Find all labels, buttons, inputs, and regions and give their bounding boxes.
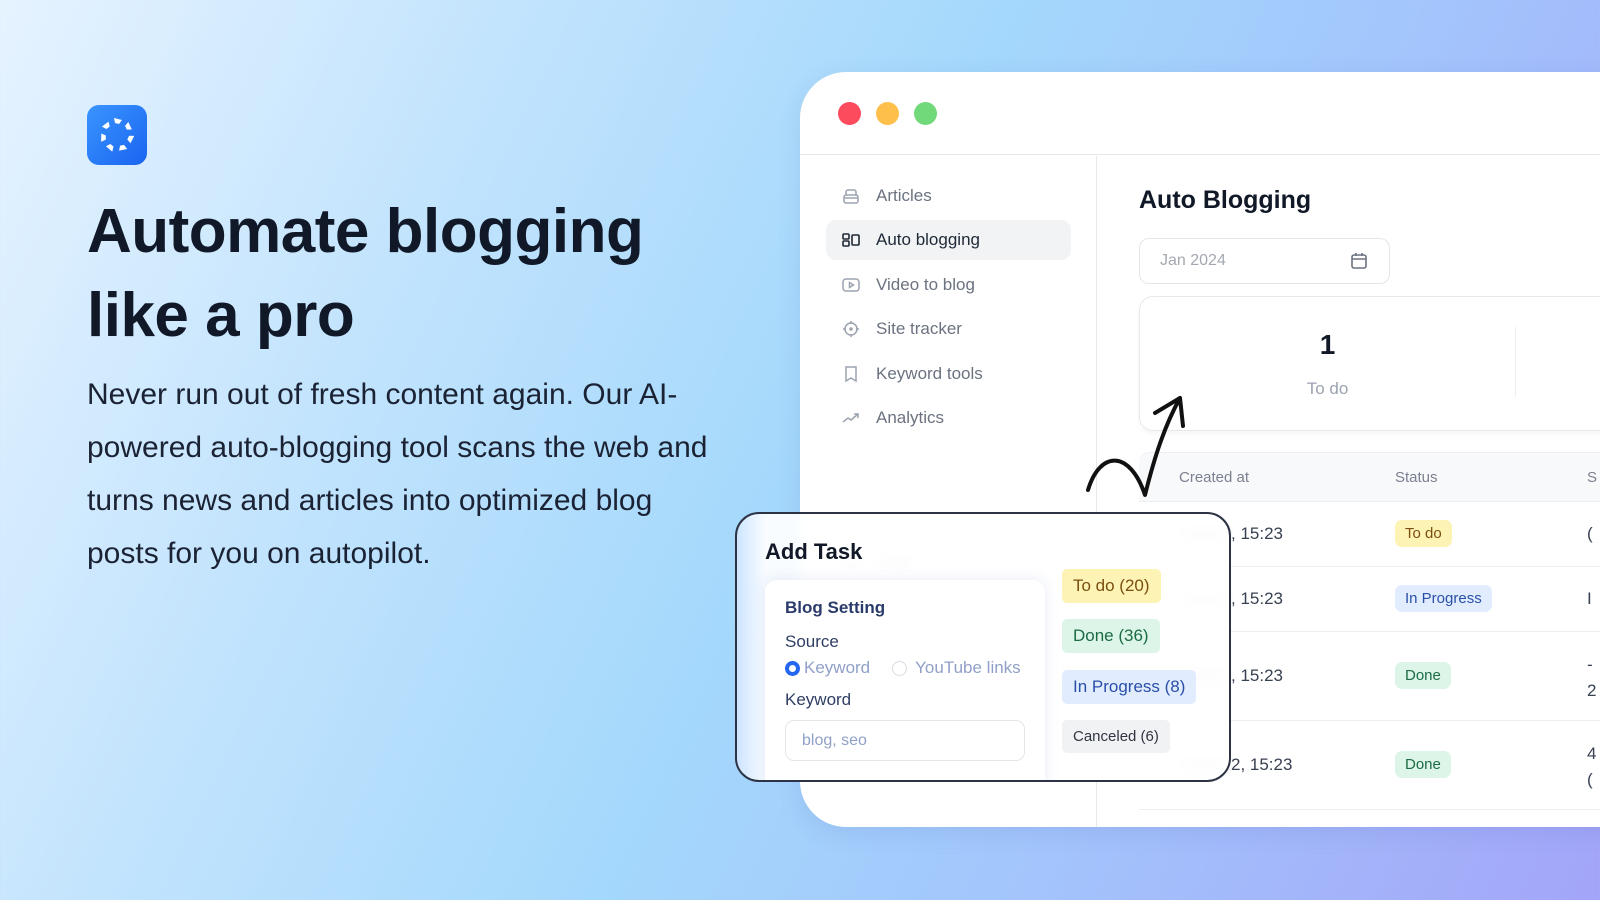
lock-stack-icon: [840, 185, 862, 207]
sidebar-item-label: Video to blog: [876, 275, 975, 294]
stats-separator: [1515, 327, 1516, 397]
created-at: , 15:23: [1231, 589, 1283, 608]
crosshair-icon: [840, 318, 862, 340]
bookmark-icon: [840, 363, 862, 385]
created-at: 2, 15:23: [1231, 755, 1293, 774]
sidebar-item-articles[interactable]: Articles: [826, 176, 1071, 216]
maximize-window-button[interactable]: [914, 102, 937, 125]
keyword-input[interactable]: [785, 720, 1025, 761]
sidebar-item-label: Articles: [876, 186, 932, 205]
partial-cell: I: [1587, 589, 1592, 608]
date-filter-value: Jan 2024: [1160, 252, 1226, 269]
add-task-panel: Add Task Blog Setting Source Keyword You…: [735, 512, 1231, 782]
todo-count-chip[interactable]: To do (20): [1062, 569, 1161, 603]
stats-card: 1 To do: [1139, 296, 1600, 431]
grid-icon: [840, 229, 862, 251]
hero-headline: Automate blogging like a pro: [87, 190, 767, 358]
blog-setting-card: Blog Setting Source Keyword YouTube link…: [765, 580, 1045, 780]
sidebar-item-label: Site tracker: [876, 319, 962, 338]
stat-todo-value: 1: [1319, 329, 1336, 360]
app-logo: [87, 105, 147, 165]
keyword-label: Keyword: [785, 690, 852, 709]
keyword-radio[interactable]: [785, 660, 800, 676]
sidebar-item-label: Analytics: [876, 408, 945, 427]
partial-cell: (: [1587, 524, 1593, 543]
sidebar-item-label: Keyword tools: [876, 364, 983, 383]
sidebar-item-auto-blogging[interactable]: Auto blogging: [826, 220, 1071, 260]
stat-todo-label: To do: [1306, 379, 1349, 398]
status-badge: In Progress: [1395, 585, 1492, 612]
sidebar-item-keyword-tools[interactable]: Keyword tools: [826, 354, 1071, 394]
partial-cell: - 2: [1587, 655, 1597, 700]
headline-line-2: like a pro: [87, 281, 355, 350]
status-badge: Done: [1395, 751, 1451, 778]
headline-line-1: Automate blogging: [87, 197, 644, 266]
add-task-title: Add Task: [765, 539, 863, 564]
window-titlebar: [800, 72, 1600, 155]
created-at: , 15:23: [1231, 524, 1283, 543]
rotating-arrows-logo-icon: [101, 118, 135, 152]
blog-setting-title: Blog Setting: [785, 598, 886, 617]
column-header-partial[interactable]: S: [1587, 469, 1597, 486]
created-at: , 15:23: [1231, 666, 1283, 685]
date-filter-picker[interactable]: Jan 2024: [1139, 238, 1390, 284]
in-progress-count-chip[interactable]: In Progress (8): [1062, 670, 1197, 704]
calendar-icon: [1351, 253, 1367, 269]
sidebar-item-video-to-blog[interactable]: Video to blog: [826, 265, 1071, 305]
status-badge: Done: [1395, 662, 1451, 689]
trending-up-icon: [840, 407, 862, 429]
minimize-window-button[interactable]: [876, 102, 899, 125]
column-header-status[interactable]: Status: [1395, 469, 1438, 486]
sidebar-item-label: Auto blogging: [876, 230, 980, 249]
status-badge: To do: [1395, 520, 1452, 547]
close-window-button[interactable]: [838, 102, 861, 125]
video-play-icon: [840, 274, 862, 296]
page-title: Auto Blogging: [1139, 186, 1312, 214]
hero-description: Never run out of fresh content again. Ou…: [87, 378, 708, 570]
youtube-links-radio-label[interactable]: YouTube links: [915, 658, 1021, 678]
column-header-created-at[interactable]: Created at: [1179, 469, 1249, 486]
keyword-radio-label[interactable]: Keyword: [804, 658, 870, 678]
sidebar-item-site-tracker[interactable]: Site tracker: [826, 309, 1071, 349]
done-count-chip[interactable]: Done (36): [1062, 619, 1160, 653]
partial-cell: 4 (: [1587, 744, 1597, 789]
source-label: Source: [785, 632, 839, 651]
source-radio-group: Keyword YouTube links: [785, 658, 1021, 678]
youtube-links-radio[interactable]: [892, 660, 908, 676]
sidebar-item-analytics[interactable]: Analytics: [826, 398, 1071, 438]
table-header: Created at Status S: [1139, 452, 1600, 502]
canceled-count-chip[interactable]: Canceled (6): [1062, 720, 1170, 753]
